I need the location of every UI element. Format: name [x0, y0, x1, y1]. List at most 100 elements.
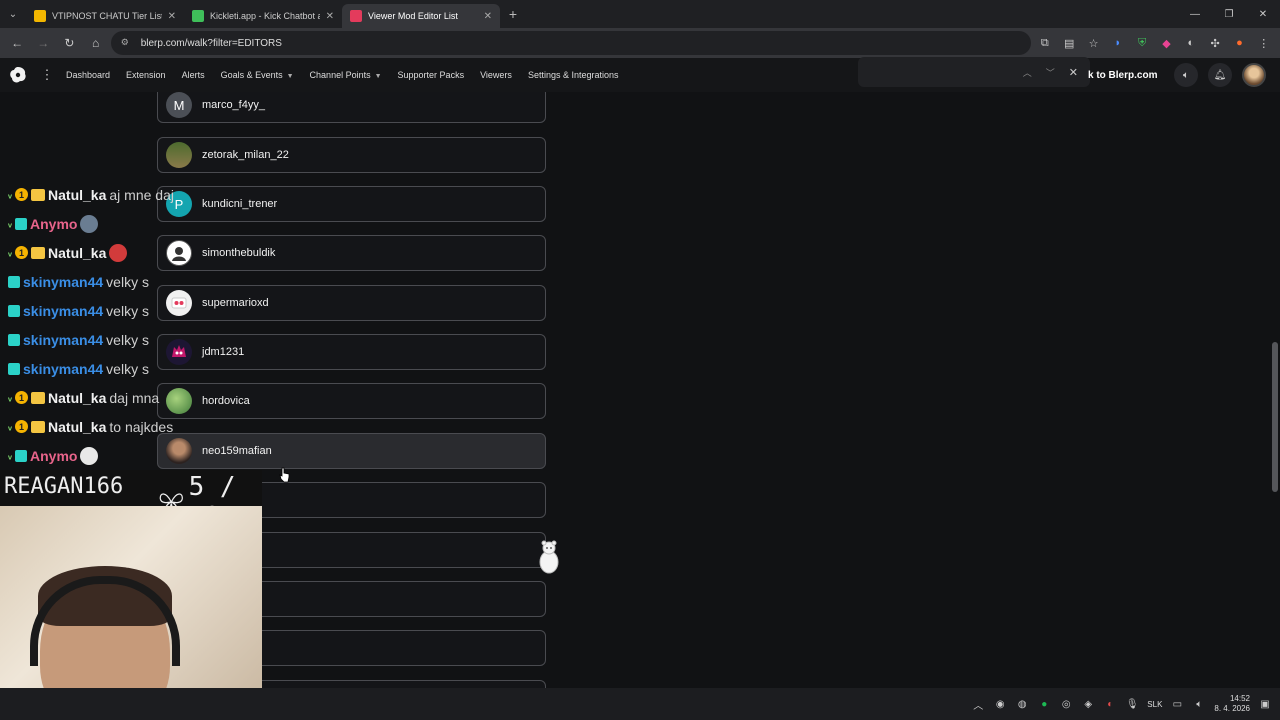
avatar — [166, 142, 192, 168]
extension-icon-3[interactable]: ◆ — [1156, 32, 1176, 54]
clock-date: 8. 4. 2026 — [1214, 704, 1250, 713]
webcam-overlay: REAGAN166 5 / 10 — [0, 470, 262, 720]
editor-card[interactable]: neo159mafian — [157, 433, 546, 469]
nav-goals-events[interactable]: Goals & Events ▼ — [213, 70, 302, 80]
sound-icon[interactable]: 🔈︎ — [1174, 63, 1198, 87]
page-scrollbar[interactable] — [1272, 342, 1278, 492]
find-down-icon[interactable]: ﹀ — [1046, 66, 1055, 79]
editor-name: jdm1231 — [202, 346, 245, 358]
editor-card[interactable]: M marco_f4yy_ — [157, 92, 546, 123]
crown-badge-icon — [31, 188, 46, 201]
volume-icon[interactable]: 🔈︎ — [1192, 697, 1206, 711]
reload-icon[interactable]: ↻ — [58, 31, 80, 55]
crown-badge-icon — [31, 391, 46, 404]
chat-text: to najkdes — [109, 418, 174, 435]
chat-message: ᵥ 1 Natul_ka aj mne daj — [0, 180, 200, 209]
tab-title: Kickleti.app - Kick Chatbot and — [210, 11, 320, 21]
language-indicator[interactable]: SLK — [1147, 700, 1162, 709]
nav-dashboard[interactable]: Dashboard — [58, 70, 118, 80]
nav-settings-integrations[interactable]: Settings & Integrations — [520, 70, 627, 80]
nav-viewers[interactable]: Viewers — [472, 70, 520, 80]
tray-app-icon[interactable]: ◉ — [993, 697, 1007, 711]
extensions-puzzle-icon[interactable]: ✣ — [1205, 32, 1225, 54]
editor-card[interactable]: P kundicni_trener — [157, 186, 546, 222]
butterfly-badge-icon: ᵥ — [8, 449, 13, 462]
home-icon[interactable]: ⌂ — [85, 31, 107, 55]
clock[interactable]: 14:52 8. 4. 2026 — [1214, 694, 1250, 714]
profile-avatar-icon[interactable]: ● — [1229, 32, 1249, 54]
close-window-icon[interactable]: ✕ — [1246, 0, 1280, 28]
editor-card[interactable]: hordovica — [157, 383, 546, 419]
butterfly-badge-icon: ᵥ — [8, 188, 13, 201]
browser-tab-3[interactable]: Viewer Mod Editor List ✕ — [342, 4, 500, 28]
monitor-icon[interactable]: ▭ — [1170, 697, 1184, 711]
editor-name: zetorak_milan_22 — [202, 149, 289, 161]
editor-card[interactable]: zetorak_milan_22 — [157, 137, 546, 173]
chat-message: ᵥ 1 Natul_ka to najkdes — [0, 412, 200, 441]
chat-text: velky s — [106, 360, 149, 377]
grid-badge-icon — [15, 217, 28, 230]
nav-extension[interactable]: Extension — [118, 70, 174, 80]
sub-badge-icon: 1 — [15, 420, 29, 433]
sub-badge-icon: 1 — [15, 188, 29, 201]
back-arrow-icon[interactable]: ← — [6, 31, 28, 55]
url-field[interactable]: ⚙ blerp.com/walk?filter=EDITORS — [110, 31, 1031, 55]
bird-emote-icon — [80, 214, 99, 233]
grid-badge-icon — [8, 275, 20, 288]
close-tab-icon[interactable]: ✕ — [168, 11, 176, 22]
spotify-icon[interactable]: ● — [1037, 697, 1051, 711]
grid-badge-icon — [8, 333, 20, 346]
extension-icon-4[interactable]: ◐ — [1181, 32, 1201, 54]
editor-name: hordovica — [202, 395, 250, 407]
more-menu-icon[interactable]: ⋮ — [36, 67, 58, 83]
user-avatar[interactable] — [1242, 63, 1266, 87]
blerp-logo-icon[interactable] — [0, 58, 36, 92]
steam-icon[interactable]: ◎ — [1059, 697, 1073, 711]
window-controls: — ❐ ✕ — [1178, 0, 1280, 28]
back-to-blerp-link[interactable]: k to Blerp.com — [1088, 58, 1157, 92]
minimize-icon[interactable]: — — [1178, 0, 1212, 28]
chat-user: Natul_ka — [48, 244, 107, 261]
nav-channel-points[interactable]: Channel Points ▼ — [302, 70, 390, 80]
forward-arrow-icon[interactable]: → — [32, 31, 54, 55]
install-app-icon[interactable]: ⧉ — [1035, 32, 1055, 54]
browser-tab-1[interactable]: VTIPNOST CHATU Tier List | Tie ✕ — [26, 4, 184, 28]
bookmark-star-icon[interactable]: ☆ — [1083, 32, 1103, 54]
find-up-icon[interactable]: ︿ — [1023, 66, 1032, 79]
santa-emote-icon — [109, 243, 128, 262]
nav-alerts[interactable]: Alerts — [174, 70, 213, 80]
editor-name: neo159mafian — [202, 445, 272, 457]
close-tab-icon[interactable]: ✕ — [484, 11, 492, 22]
chat-user: Natul_ka — [48, 389, 107, 406]
editor-card[interactable]: supermarioxd — [157, 285, 546, 321]
grid-badge-icon — [8, 362, 20, 375]
new-tab-button[interactable]: + — [500, 6, 526, 22]
editor-name: simonthebuldik — [202, 247, 276, 259]
chat-message: skinyman44 velky s — [0, 296, 200, 325]
browser-tab-2[interactable]: Kickleti.app - Kick Chatbot and ✕ — [184, 4, 342, 28]
editor-name: supermarioxd — [202, 297, 269, 309]
network-tray-icon[interactable]: ◈ — [1081, 697, 1095, 711]
restore-icon[interactable]: ❐ — [1212, 0, 1246, 28]
bell-icon[interactable]: 🔔︎ — [1208, 63, 1232, 87]
grid-badge-icon — [15, 449, 28, 462]
microphone-icon[interactable]: 🎙︎ — [1125, 697, 1139, 711]
shield-tray-icon[interactable]: ◐ — [1103, 697, 1117, 711]
notification-icon[interactable]: ▣ — [1258, 697, 1272, 711]
hand-cursor-icon — [279, 467, 290, 483]
editor-card[interactable]: jdm1231 — [157, 334, 546, 370]
reading-mode-icon[interactable]: ▤ — [1059, 32, 1079, 54]
chevron-up-icon[interactable]: ︿ — [971, 697, 985, 712]
nav-supporter-packs[interactable]: Supporter Packs — [390, 70, 473, 80]
editor-name: kundicni_trener — [202, 198, 278, 210]
editor-card[interactable]: simonthebuldik — [157, 235, 546, 271]
browser-menu-icon[interactable]: ⋮ — [1254, 32, 1274, 54]
extension-icon-1[interactable]: ◗ — [1108, 32, 1128, 54]
extension-shield-icon[interactable]: ⛨ — [1132, 32, 1152, 54]
find-close-icon[interactable]: ✕ — [1069, 66, 1078, 79]
chat-user: Natul_ka — [48, 186, 107, 203]
tab-search-icon[interactable]: ⌄ — [0, 0, 26, 28]
site-info-icon[interactable]: ⚙ — [121, 37, 133, 49]
discord-icon[interactable]: ◍ — [1015, 697, 1029, 711]
close-tab-icon[interactable]: ✕ — [326, 11, 334, 22]
